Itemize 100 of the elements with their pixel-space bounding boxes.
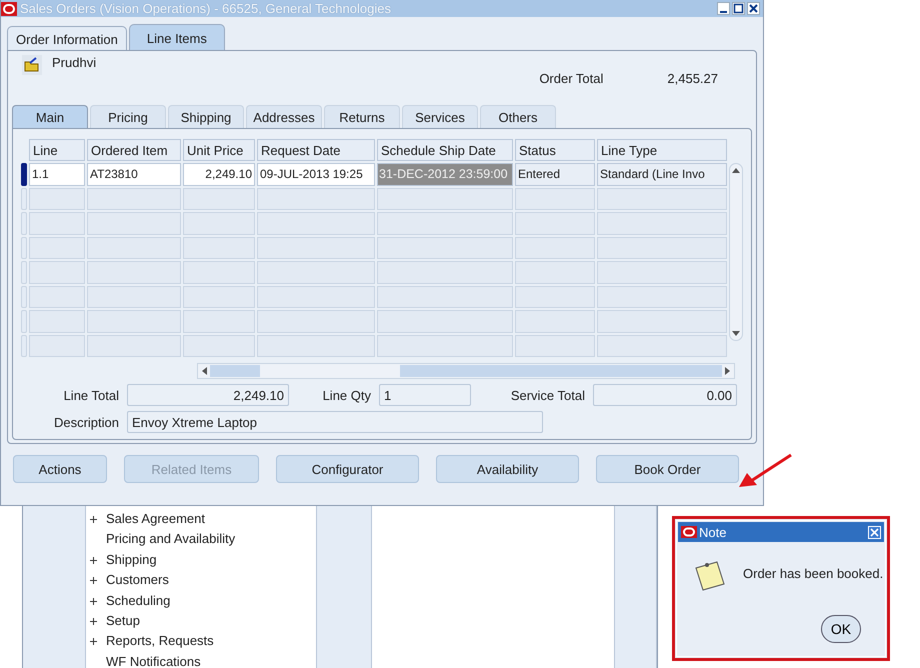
table-cell[interactable] (377, 286, 513, 308)
tab[interactable]: Others (480, 105, 556, 128)
table-cell[interactable] (29, 236, 85, 259)
table-cell[interactable] (29, 334, 85, 357)
table-cell[interactable] (257, 188, 375, 210)
table-cell[interactable] (183, 236, 255, 259)
close-icon[interactable] (747, 2, 760, 15)
table-cell[interactable] (257, 334, 375, 357)
table-cell[interactable] (515, 236, 595, 259)
action-button[interactable]: Availability (436, 455, 579, 483)
tab[interactable]: Shipping (168, 105, 244, 128)
table-cell[interactable] (257, 286, 375, 308)
table-cell[interactable] (29, 286, 85, 308)
expand-icon[interactable] (90, 618, 97, 626)
table-cell[interactable] (377, 212, 513, 234)
table-cell[interactable] (377, 188, 513, 210)
table-cell[interactable] (183, 212, 255, 234)
table-cell[interactable] (87, 261, 181, 284)
navigator-item[interactable]: Setup (106, 612, 140, 628)
table-cell[interactable] (87, 236, 181, 259)
table-cell[interactable] (515, 310, 595, 332)
table-cell[interactable] (183, 334, 255, 357)
tab[interactable]: Order Information (7, 26, 127, 50)
table-cell[interactable] (87, 310, 181, 332)
scroll-left-icon[interactable] (201, 367, 207, 375)
tab[interactable]: Returns (324, 105, 400, 128)
column-header[interactable]: Schedule Ship Date (377, 139, 513, 161)
column-header[interactable]: Status (515, 139, 595, 161)
table-cell[interactable]: 09-JUL-2013 19:25 (257, 163, 375, 186)
service-total-field[interactable]: 0.00 (593, 384, 737, 406)
row-indicator[interactable] (21, 163, 27, 186)
table-cell[interactable] (183, 261, 255, 284)
table-cell[interactable] (515, 334, 595, 357)
column-header[interactable]: Line Type (597, 139, 727, 161)
table-cell[interactable] (183, 188, 255, 210)
expand-icon[interactable] (90, 516, 97, 524)
tab[interactable]: Pricing (90, 105, 166, 128)
table-cell[interactable] (257, 212, 375, 234)
table-cell[interactable] (515, 261, 595, 284)
description-field[interactable]: Envoy Xtreme Laptop (127, 411, 543, 433)
table-cell[interactable] (87, 334, 181, 357)
line-total-field[interactable]: 2,249.10 (127, 384, 289, 406)
table-cell[interactable] (257, 310, 375, 332)
navigator-item[interactable]: Scheduling (106, 592, 170, 608)
expand-icon[interactable] (90, 577, 97, 584)
table-cell[interactable]: Entered (515, 163, 595, 186)
navigator-item[interactable]: Customers (106, 572, 169, 588)
navigator-item[interactable]: Pricing and Availability (106, 531, 236, 546)
table-cell[interactable] (87, 212, 181, 234)
table-cell[interactable] (377, 310, 513, 332)
tab[interactable]: Services (402, 105, 478, 128)
table-cell[interactable] (29, 188, 85, 210)
column-header[interactable]: Unit Price (183, 139, 255, 161)
table-cell[interactable] (515, 286, 595, 308)
scroll-up-icon[interactable] (732, 167, 740, 173)
navigator-item[interactable]: Shipping (106, 552, 157, 567)
table-cell[interactable] (87, 188, 181, 210)
navigator-item[interactable]: Reports, Requests (106, 633, 214, 648)
tab[interactable]: Addresses (246, 105, 322, 128)
table-cell[interactable] (597, 310, 727, 332)
folder-icon[interactable] (22, 55, 42, 75)
tab[interactable]: Main (12, 105, 88, 128)
ok-button[interactable]: OK (821, 615, 861, 643)
table-cell[interactable] (597, 188, 727, 210)
table-cell[interactable]: 1.1 (29, 163, 85, 186)
table-cell[interactable] (597, 212, 727, 234)
minimize-icon[interactable] (717, 2, 730, 15)
horizontal-scrollbar[interactable] (197, 363, 735, 379)
scrollbar-thumb[interactable] (400, 365, 722, 377)
table-cell[interactable] (377, 261, 513, 284)
table-cell[interactable] (597, 286, 727, 308)
table-cell[interactable]: 2,249.10 (183, 163, 255, 186)
table-cell[interactable] (377, 334, 513, 357)
table-cell[interactable] (597, 261, 727, 284)
table-cell[interactable]: Standard (Line Invo (597, 163, 727, 186)
table-cell[interactable] (597, 236, 727, 259)
expand-icon[interactable] (90, 556, 97, 564)
table-cell[interactable] (87, 286, 181, 308)
navigator-item[interactable]: WF Notifications (106, 654, 201, 668)
table-cell[interactable] (377, 236, 513, 259)
action-button[interactable]: Actions (13, 455, 107, 483)
table-cell[interactable] (515, 188, 595, 210)
expand-icon[interactable] (90, 598, 97, 605)
table-cell[interactable] (183, 310, 255, 332)
table-cell[interactable] (257, 261, 375, 284)
action-button[interactable]: Book Order (596, 455, 739, 483)
table-cell[interactable] (29, 261, 85, 284)
scroll-right-icon[interactable] (725, 367, 731, 375)
table-cell[interactable] (29, 310, 85, 332)
table-cell[interactable] (29, 212, 85, 234)
maximize-icon[interactable] (732, 2, 745, 15)
table-cell[interactable] (257, 236, 375, 259)
table-cell[interactable] (183, 286, 255, 308)
navigator-item[interactable]: Sales Agreement (106, 511, 206, 526)
column-header[interactable]: Ordered Item (87, 139, 181, 161)
line-qty-field[interactable]: 1 (379, 384, 471, 406)
vertical-scrollbar[interactable] (729, 163, 743, 341)
table-cell[interactable] (597, 334, 727, 357)
tab[interactable]: Line Items (128, 24, 225, 50)
table-cell[interactable]: AT23810 (87, 163, 181, 186)
